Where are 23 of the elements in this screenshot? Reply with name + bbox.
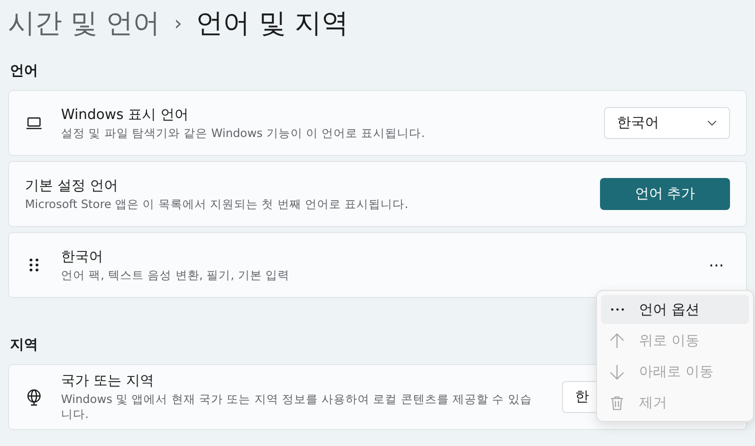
arrow-up-icon bbox=[609, 332, 625, 348]
add-language-button[interactable]: 언어 추가 bbox=[600, 178, 730, 210]
setting-description: 언어 팩, 텍스트 음성 변환, 필기, 기본 입력 bbox=[61, 268, 291, 282]
page-title: 언어 및 지역 bbox=[196, 7, 348, 41]
breadcrumb-link[interactable]: 시간 및 언어 bbox=[8, 5, 160, 41]
setting-title: 한국어 bbox=[61, 248, 104, 266]
section-title: 지역 bbox=[10, 336, 38, 354]
setting-description: Microsoft Store 앱은 이 목록에서 지원되는 첫 번째 언어로 표시됩니다. bbox=[25, 196, 410, 212]
setting-title: 기본 설정 언어 bbox=[25, 176, 119, 194]
more-icon bbox=[610, 308, 624, 311]
setting-description: Windows 및 앱에서 현재 국가 또는 지역 정보를 사용하여 로컬 콘텐츠를 제공할 수 있습니다. bbox=[61, 392, 533, 422]
section-title: 언어 bbox=[10, 62, 38, 80]
arrow-down-icon bbox=[609, 364, 625, 380]
globe-icon bbox=[25, 388, 43, 406]
trash-icon bbox=[609, 394, 625, 410]
setting-description: 설정 및 파일 탐색기와 같은 Windows 기능이 이 언어로 표시됩니다. bbox=[61, 126, 426, 140]
setting-title: 국가 또는 지역 bbox=[61, 372, 155, 390]
breadcrumb-separator: › bbox=[174, 11, 182, 35]
language-dropdown[interactable]: 한국어 bbox=[604, 107, 730, 139]
more-options-button[interactable]: ··· bbox=[702, 252, 730, 278]
setting-title: Windows 표시 언어 bbox=[61, 106, 190, 124]
menu-item[interactable]: 언어 옵션 bbox=[601, 295, 749, 324]
chevron-down-icon bbox=[707, 120, 717, 126]
